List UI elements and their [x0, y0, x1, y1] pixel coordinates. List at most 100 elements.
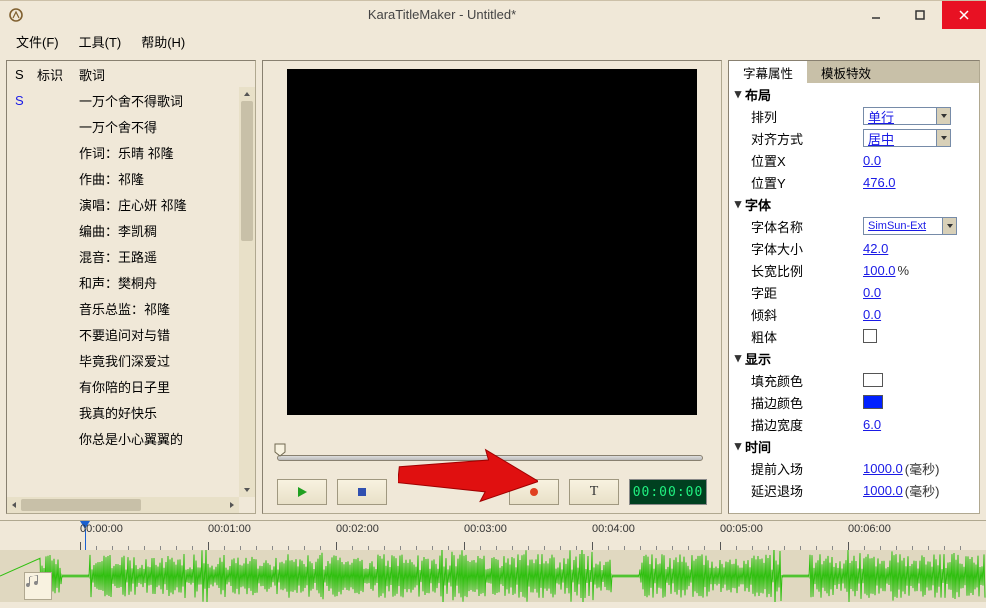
- timeline[interactable]: 00:00:0000:01:0000:02:0000:03:0000:04:00…: [0, 520, 986, 602]
- tab-template-fx[interactable]: 模板特效: [807, 61, 885, 83]
- time-display: 00:00:00: [629, 479, 707, 505]
- play-icon: [296, 486, 308, 498]
- prop-label: 描边宽度: [751, 415, 863, 434]
- prop-label: 字距: [751, 283, 863, 302]
- font-skew-value[interactable]: 0.0: [863, 307, 881, 322]
- properties-body[interactable]: ▾布局 排列 单行 对齐方式 居中 位置X0.0 位置Y476.0 ▾字体 字体…: [729, 83, 979, 513]
- collapse-icon[interactable]: ▾: [731, 86, 745, 102]
- font-spacing-value[interactable]: 0.0: [863, 285, 881, 300]
- font-bold-checkbox[interactable]: [863, 329, 877, 343]
- scroll-up-arrow-icon[interactable]: [239, 87, 255, 101]
- stop-button[interactable]: [337, 479, 387, 505]
- lyrics-row[interactable]: S一万个舍不得歌词: [7, 87, 239, 113]
- chevron-down-icon[interactable]: [942, 218, 956, 234]
- menu-bar: 文件(F) 工具(T) 帮助(H): [0, 28, 986, 54]
- audio-track-icon[interactable]: [24, 572, 52, 600]
- lyrics-row[interactable]: 编曲：李凯稠: [7, 217, 239, 243]
- prop-label: 对齐方式: [751, 129, 863, 148]
- chevron-down-icon[interactable]: [936, 130, 950, 146]
- text-button[interactable]: T: [569, 479, 619, 505]
- scroll-down-arrow-icon[interactable]: [239, 483, 255, 497]
- posx-value[interactable]: 0.0: [863, 153, 881, 168]
- prop-label: 描边颜色: [751, 393, 863, 412]
- fill-color-swatch[interactable]: [863, 373, 883, 387]
- lyrics-row[interactable]: 你总是小心翼翼的: [7, 425, 239, 451]
- prop-label: 位置X: [751, 151, 863, 170]
- lyrics-row[interactable]: 音乐总监：祁隆: [7, 295, 239, 321]
- timeline-ruler[interactable]: 00:00:0000:01:0000:02:0000:03:0000:04:00…: [0, 520, 986, 550]
- lyrics-scrollbar-horizontal[interactable]: [7, 497, 239, 513]
- font-aspect-value[interactable]: 100.0: [863, 263, 896, 278]
- lyrics-row[interactable]: 毕竟我们深爱过: [7, 347, 239, 373]
- properties-panel: 字幕属性 模板特效 ▾布局 排列 单行 对齐方式 居中 位置X0.0 位置Y47…: [728, 60, 980, 514]
- collapse-icon[interactable]: ▾: [731, 350, 745, 366]
- prop-label: 长宽比例: [751, 261, 863, 280]
- prop-group-layout[interactable]: ▾布局: [729, 83, 979, 105]
- prop-label: 排列: [751, 107, 863, 126]
- lyrics-panel: S 标识 歌词 S一万个舍不得歌词一万个舍不得作词：乐晴 祁隆作曲：祁隆演唱：庄…: [6, 60, 256, 514]
- lyrics-row[interactable]: 作词：乐晴 祁隆: [7, 139, 239, 165]
- lyrics-row[interactable]: 演唱：庄心妍 祁隆: [7, 191, 239, 217]
- menu-help[interactable]: 帮助(H): [131, 28, 195, 55]
- collapse-icon[interactable]: ▾: [731, 196, 745, 212]
- text-icon: T: [590, 484, 599, 500]
- lyrics-row[interactable]: 混音：王路遥: [7, 243, 239, 269]
- prop-label: 位置Y: [751, 173, 863, 192]
- video-preview[interactable]: [287, 69, 697, 415]
- lyrics-row[interactable]: 不要追问对与错: [7, 321, 239, 347]
- record-icon: [528, 486, 540, 498]
- lyrics-scrollbar-vertical[interactable]: [239, 87, 255, 497]
- align-select[interactable]: 居中: [863, 129, 951, 147]
- lyrics-row[interactable]: 我真的好快乐: [7, 399, 239, 425]
- time-delay-value[interactable]: 1000.0: [863, 483, 903, 498]
- maximize-button[interactable]: [898, 1, 942, 29]
- prop-label: 字体大小: [751, 239, 863, 258]
- play-button[interactable]: [277, 479, 327, 505]
- menu-tools[interactable]: 工具(T): [69, 28, 132, 55]
- scroll-thumb[interactable]: [241, 101, 253, 241]
- lyrics-row[interactable]: 作曲：祁隆: [7, 165, 239, 191]
- playback-controls: T 00:00:00: [273, 479, 711, 507]
- window-title: KaraTitleMaker - Untitled*: [30, 7, 854, 22]
- waveform[interactable]: [0, 550, 986, 602]
- prop-label: 提前入场: [751, 459, 863, 478]
- stop-icon: [356, 486, 368, 498]
- lyrics-col-lyric[interactable]: 歌词: [79, 65, 251, 84]
- time-lead-value[interactable]: 1000.0: [863, 461, 903, 476]
- seek-slider[interactable]: [273, 443, 711, 465]
- preview-panel: T 00:00:00: [262, 60, 722, 514]
- arrange-select[interactable]: 单行: [863, 107, 951, 125]
- lyrics-col-s[interactable]: S: [11, 67, 37, 82]
- scroll-thumb[interactable]: [21, 499, 141, 511]
- lyrics-header: S 标识 歌词: [7, 61, 255, 87]
- prop-label: 粗体: [751, 327, 863, 346]
- scroll-left-arrow-icon[interactable]: [7, 497, 21, 513]
- font-size-value[interactable]: 42.0: [863, 241, 888, 256]
- title-bar: KaraTitleMaker - Untitled*: [0, 0, 986, 28]
- prop-label: 填充颜色: [751, 371, 863, 390]
- lyrics-row[interactable]: 一万个舍不得: [7, 113, 239, 139]
- prop-group-time[interactable]: ▾时间: [729, 435, 979, 457]
- prop-group-font[interactable]: ▾字体: [729, 193, 979, 215]
- prop-label: 字体名称: [751, 217, 863, 236]
- stroke-width-value[interactable]: 6.0: [863, 417, 881, 432]
- menu-file[interactable]: 文件(F): [6, 28, 69, 55]
- record-button[interactable]: [509, 479, 559, 505]
- minimize-button[interactable]: [854, 1, 898, 29]
- prop-label: 延迟退场: [751, 481, 863, 500]
- tab-subtitle-props[interactable]: 字幕属性: [729, 61, 807, 83]
- scroll-right-arrow-icon[interactable]: [225, 497, 239, 513]
- lyrics-row[interactable]: 和声：樊桐舟: [7, 269, 239, 295]
- collapse-icon[interactable]: ▾: [731, 438, 745, 454]
- font-name-select[interactable]: SimSun-Ext: [863, 217, 957, 235]
- lyrics-row[interactable]: 有你陪的日子里: [7, 373, 239, 399]
- prop-group-display[interactable]: ▾显示: [729, 347, 979, 369]
- chevron-down-icon[interactable]: [936, 108, 950, 124]
- stroke-color-swatch[interactable]: [863, 395, 883, 409]
- app-icon: [8, 7, 24, 23]
- seek-handle[interactable]: [273, 443, 287, 457]
- close-button[interactable]: [942, 1, 986, 29]
- lyrics-list[interactable]: S一万个舍不得歌词一万个舍不得作词：乐晴 祁隆作曲：祁隆演唱：庄心妍 祁隆编曲：…: [7, 87, 255, 513]
- lyrics-col-mark[interactable]: 标识: [37, 65, 79, 84]
- posy-value[interactable]: 476.0: [863, 175, 896, 190]
